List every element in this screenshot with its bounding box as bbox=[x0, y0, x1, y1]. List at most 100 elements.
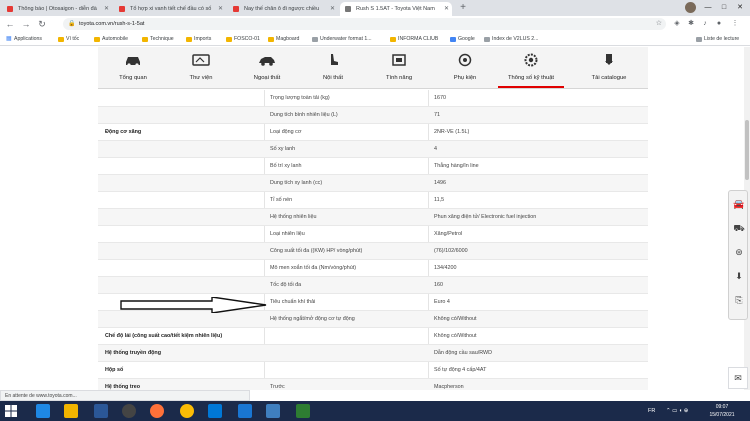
car-front-icon[interactable]: ⛟ bbox=[731, 219, 747, 237]
nav-features[interactable]: Tính năng bbox=[366, 47, 432, 88]
address-bar[interactable]: 🔒 toyota.com.vn/rush-s-1-5at ☆ bbox=[63, 18, 666, 30]
bookmark-item[interactable]: ▦ Applications bbox=[6, 34, 42, 45]
tab-title: Tổ hợp xi vanh tiết chế đầu có số bbox=[130, 6, 212, 12]
nav-label: Ngoại thất bbox=[253, 75, 281, 81]
spec-value: Euro 4 bbox=[434, 299, 450, 305]
spec-group bbox=[105, 260, 263, 277]
spec-row: Trọng lượng toàn tải (kg) 1670 bbox=[98, 90, 648, 107]
media-icon[interactable]: ♪ bbox=[700, 19, 710, 29]
bookmark-item[interactable]: Google bbox=[450, 34, 475, 45]
file-explorer-icon[interactable] bbox=[64, 404, 78, 418]
bookmark-label: FOSCO-01 bbox=[234, 36, 260, 42]
bookmark-label: Applications bbox=[14, 36, 42, 42]
download-icon[interactable]: ⬇ bbox=[731, 267, 747, 285]
nav-interior[interactable]: Nội thất bbox=[300, 47, 366, 88]
close-tab-icon[interactable]: ✕ bbox=[104, 2, 109, 16]
spec-row: Hệ thống ngắt/mở động cơ tự động Không có… bbox=[98, 311, 648, 328]
scrollbar-thumb[interactable] bbox=[745, 120, 749, 180]
spec-group bbox=[105, 175, 263, 192]
spec-name: Số xy lanh bbox=[270, 146, 296, 152]
spec-value: Dẫn động cầu sau/RWD bbox=[434, 350, 493, 356]
browser-tab[interactable]: Nay thế chân ô đi ngược chiều ✕ bbox=[228, 2, 338, 16]
browser-tab[interactable]: Thông báo | Otosaigon - diễn đà ✕ bbox=[2, 2, 112, 16]
close-window-button[interactable]: ✕ bbox=[730, 0, 750, 16]
tray-icons[interactable]: ⌃ ▭ ◖ ⊕ bbox=[666, 404, 688, 418]
annotation-arrow bbox=[120, 297, 267, 313]
spec-group bbox=[105, 311, 263, 328]
app-icon[interactable] bbox=[238, 404, 252, 418]
close-tab-icon[interactable]: ✕ bbox=[444, 2, 449, 16]
forward-arrow-icon[interactable]: → bbox=[20, 18, 32, 30]
close-tab-icon[interactable]: ✕ bbox=[218, 2, 223, 16]
language-indicator[interactable]: FR bbox=[648, 404, 655, 418]
app-icon[interactable] bbox=[122, 404, 136, 418]
reload-icon[interactable]: ↻ bbox=[36, 18, 48, 30]
spec-name: Mô men xoắn tối đa (Nm/vòng/phút) bbox=[270, 265, 356, 271]
taskbar-clock[interactable]: 09:07 15/07/2021 bbox=[700, 403, 744, 419]
back-arrow-icon[interactable]: ← bbox=[4, 18, 16, 30]
spec-group: Hệ thống truyền động bbox=[105, 350, 161, 356]
bookmark-item[interactable]: Underwater format 1... bbox=[312, 34, 372, 45]
nav-library[interactable]: Thư viện bbox=[168, 47, 234, 88]
bookmark-item[interactable]: Technique bbox=[142, 34, 174, 45]
spec-row: Hệ thống nhiên liệu Phun xăng điện tử/ El… bbox=[98, 209, 648, 226]
bookmark-item[interactable]: INFORMA CLIUB bbox=[390, 34, 438, 45]
browser-tab-active[interactable]: Rush S 1.5AT - Toyota Việt Nam ✕ bbox=[340, 2, 452, 16]
globe-icon bbox=[312, 37, 318, 42]
profile-avatar[interactable] bbox=[685, 2, 696, 13]
profile-icon[interactable]: ● bbox=[714, 19, 724, 29]
app-icon[interactable] bbox=[208, 404, 222, 418]
spec-row: Số xy lanh 4 bbox=[98, 141, 648, 158]
quote-icon[interactable]: ⎘ bbox=[731, 291, 747, 309]
menu-kebab-icon[interactable]: ⋮ bbox=[730, 19, 740, 29]
spec-name bbox=[270, 328, 430, 345]
bookmark-label: Index de V2LUS 2... bbox=[492, 36, 539, 42]
close-tab-icon[interactable]: ✕ bbox=[330, 2, 335, 16]
firefox-icon[interactable] bbox=[150, 404, 164, 418]
nav-accessories[interactable]: Phụ kiện bbox=[432, 47, 498, 88]
gallery-icon bbox=[192, 54, 210, 66]
extensions-puzzle-icon[interactable]: ✱ bbox=[686, 19, 696, 29]
spec-group: Động cơ xăng bbox=[105, 129, 142, 135]
steering-wheel-icon[interactable]: ⊛ bbox=[731, 243, 747, 261]
bookmark-item[interactable]: Imports bbox=[186, 34, 211, 45]
bookmark-item[interactable]: Index de V2LUS 2... bbox=[484, 34, 538, 45]
reading-list[interactable]: Liste de lecture bbox=[696, 34, 739, 45]
lock-icon: 🔒 bbox=[68, 21, 76, 27]
spec-value: 4 bbox=[434, 146, 437, 152]
spec-value: Phun xăng điện tử/ Electronic fuel injec… bbox=[434, 214, 537, 220]
app-icon[interactable] bbox=[296, 404, 310, 418]
bookmark-label: Technique bbox=[150, 36, 174, 42]
spec-row: Mô men xoắn tối đa (Nm/vòng/phút) 134/420… bbox=[98, 260, 648, 277]
car-icon[interactable]: 🚘 bbox=[731, 195, 747, 213]
app-icon[interactable] bbox=[94, 404, 108, 418]
browser-tab-strip: Thông báo | Otosaigon - diễn đà ✕ Tổ hợp… bbox=[0, 0, 750, 16]
bookmark-item[interactable]: Automobile bbox=[94, 34, 128, 45]
spec-group bbox=[105, 107, 263, 124]
windows-start-icon[interactable] bbox=[4, 404, 18, 418]
nav-overview[interactable]: Tổng quan bbox=[100, 47, 166, 88]
nav-specifications[interactable]: Thông số kỹ thuật bbox=[498, 47, 564, 88]
spec-row: Chế độ lái (công suất cao/tiết kiệm nhiê… bbox=[98, 328, 648, 345]
app-icon[interactable] bbox=[266, 404, 280, 418]
bookmark-label: Underwater format 1... bbox=[320, 36, 372, 42]
folder-icon bbox=[58, 37, 64, 42]
bookmark-star-icon[interactable]: ☆ bbox=[656, 18, 662, 30]
bookmark-item[interactable]: Ví tốc bbox=[58, 34, 79, 45]
chat-icon[interactable]: ✉ bbox=[728, 367, 748, 389]
browser-tab[interactable]: Tổ hợp xi vanh tiết chế đầu có số ✕ bbox=[114, 2, 226, 16]
bookmark-item[interactable]: Magboard bbox=[268, 34, 299, 45]
internet-explorer-icon[interactable] bbox=[36, 404, 50, 418]
chrome-icon[interactable] bbox=[180, 404, 194, 418]
spec-value: 160 bbox=[434, 282, 443, 288]
spec-row: Loại nhiên liệu Xăng/Petrol bbox=[98, 226, 648, 243]
nav-download-catalogue[interactable]: Tải catalogue bbox=[576, 47, 642, 88]
folder-icon bbox=[186, 37, 192, 42]
extension-icon[interactable]: ◈ bbox=[672, 19, 682, 29]
reading-list-icon bbox=[696, 37, 702, 42]
nav-exterior[interactable]: Ngoại thất bbox=[234, 47, 300, 88]
spec-row: Hệ thống treo Trước Macpherson bbox=[98, 379, 648, 390]
bookmark-label: Magboard bbox=[276, 36, 300, 42]
new-tab-button[interactable]: + bbox=[457, 2, 469, 14]
bookmark-item[interactable]: FOSCO-01 bbox=[226, 34, 260, 45]
